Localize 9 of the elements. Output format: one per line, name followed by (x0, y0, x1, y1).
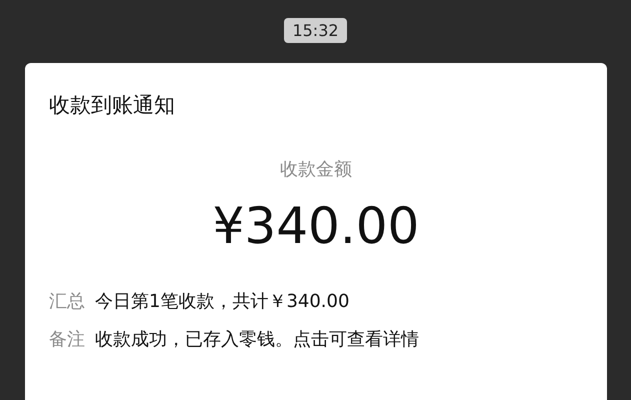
detail-label: 备注 (49, 328, 85, 351)
detail-label: 汇总 (49, 290, 85, 313)
amount: ¥340.00 (212, 197, 420, 255)
card-title: 收款到账通知 (49, 92, 176, 119)
notification-card[interactable]: 收款到账通知 收款金额 ¥340.00 汇总 今日第1笔收款，共计￥340.00 备注 收款成功，已存入零钱。点击可查看详情 (25, 63, 607, 400)
detail-value: 收款成功，已存入零钱。点击可查看详情 (95, 328, 419, 351)
detail-value: 今日第1笔收款，共计￥340.00 (95, 290, 350, 313)
timestamp: 15:32 (284, 18, 347, 43)
amount-label: 收款金额 (279, 158, 353, 181)
